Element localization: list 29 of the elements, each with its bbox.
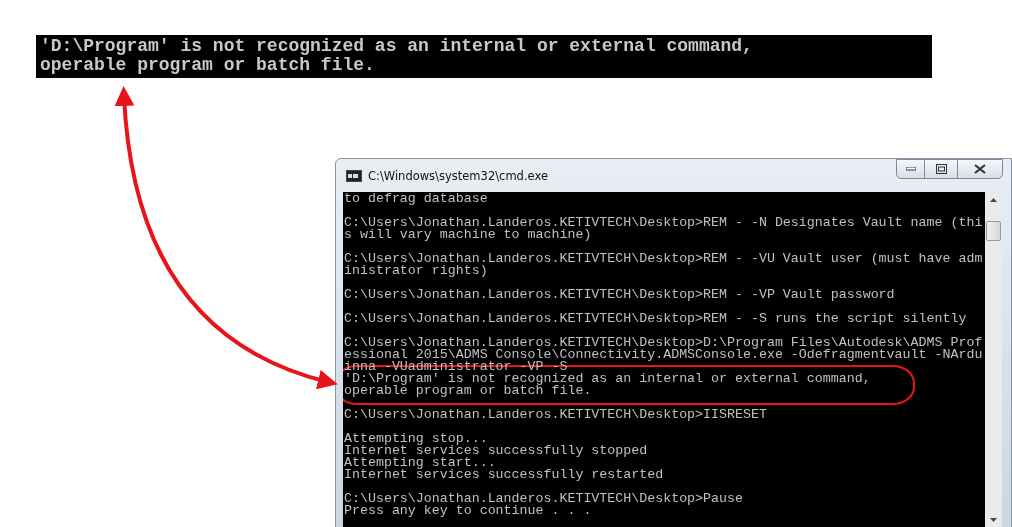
console-line: C:\Users\Jonathan.Landeros.KETIVTECH\Desktop>REM - -N Designates Vault name (thi (344, 217, 984, 229)
console-line: Attempting stop... (344, 433, 489, 445)
minimize-icon (905, 167, 916, 171)
console-line: inistrator rights) (344, 265, 488, 277)
console-line: C:\Users\Jonathan.Landeros.KETIVTECH\Desktop>REM - -VP Vault password (344, 289, 896, 301)
console-line: C:\Users\Jonathan.Landeros.KETIVTECH\Desktop>D:\Program Files\Autodesk\ADMS Prof (344, 337, 984, 349)
console-line: C:\Users\Jonathan.Landeros.KETIVTECH\Desktop>REM - -S runs the script silently (344, 313, 968, 325)
maximize-button[interactable] (924, 159, 958, 179)
console-line: Internet services successfully stopped (344, 445, 649, 457)
console-line: C:\Users\Jonathan.Landeros.KETIVTECH\Desktop>Pause (344, 493, 744, 505)
terminal-icon (346, 169, 362, 182)
scroll-thumb[interactable] (986, 221, 1001, 241)
close-icon (974, 164, 986, 174)
scrollbar[interactable] (985, 192, 1002, 527)
console-line: Internet services successfully restarted (344, 469, 665, 481)
console-line: operable program or batch file. (344, 385, 593, 397)
close-button[interactable] (957, 159, 1003, 179)
console-line: Attempting start... (344, 457, 496, 469)
console-line: essional 2015\ADMS Console\Connectivity.ADMSConsole.exe -Odefragmentvault -NArdu (344, 349, 984, 361)
console-line: s will vary machine to machine) (344, 229, 592, 241)
maximize-icon (935, 164, 947, 174)
console-line: operable program or batch file. (40, 56, 376, 75)
window-title: C:\Windows\system32\cmd.exe (368, 168, 548, 183)
console-line: Press any key to continue . . . (344, 505, 592, 517)
console-line: to defrag database (344, 193, 489, 205)
console-line: C:\Users\Jonathan.Landeros.KETIVTECH\Desktop>IISRESET (344, 409, 768, 421)
console-line: C:\Users\Jonathan.Landeros.KETIVTECH\Desktop>REM - -VU Vault user (must have adm (344, 253, 984, 265)
console-line: 'D:\Program' is not recognized as an internal or external command, (344, 373, 872, 385)
console-line: 'D:\Program' is not recognized as an internal or external command, (40, 37, 754, 56)
